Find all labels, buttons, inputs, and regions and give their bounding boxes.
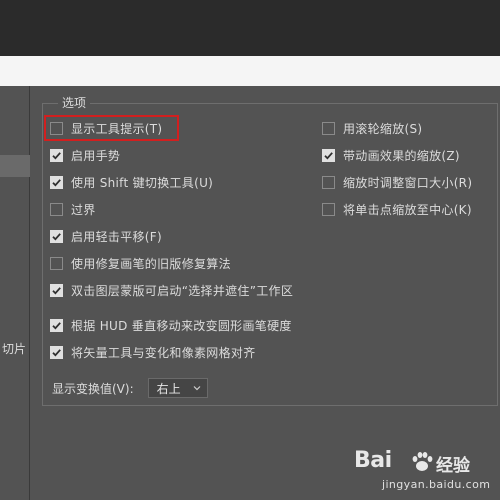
option-label: 启用手势 (71, 148, 121, 163)
option-label: 双击图层蒙版可启动“选择并遮住”工作区 (71, 283, 294, 298)
option-label: 使用修复画笔的旧版修复算法 (71, 256, 231, 271)
option-overscroll[interactable]: 过界 (50, 199, 96, 219)
preferences-category-list (0, 86, 30, 500)
option-mask-select-and-mask[interactable]: 双击图层蒙版可启动“选择并遮住”工作区 (50, 280, 293, 300)
checkmark-icon (52, 178, 61, 187)
option-shift-switch-tools[interactable]: 使用 Shift 键切换工具(U) (50, 172, 213, 192)
option-snap-vector-tools[interactable]: 将矢量工具与变化和像素网格对齐 (50, 342, 256, 362)
checkbox[interactable] (50, 175, 63, 189)
checkbox[interactable] (50, 345, 63, 359)
top-toolbar (0, 0, 500, 56)
checkbox[interactable] (50, 229, 63, 243)
category-label-slices[interactable]: 切片 (0, 340, 30, 357)
checkmark-icon (52, 321, 61, 330)
checkbox[interactable] (50, 318, 63, 332)
option-label: 将矢量工具与变化和像素网格对齐 (71, 345, 256, 360)
watermark-url: jingyan.baidu.com (382, 478, 491, 491)
option-show-tooltips[interactable]: 显示工具提示(T) (50, 118, 162, 138)
option-hud-brush-hardness[interactable]: 根据 HUD 垂直移动来改变圆形画笔硬度 (50, 315, 292, 335)
baidu-jingyan-watermark: Bai 经验 jingyan.baidu.com (352, 448, 498, 498)
watermark-name: 经验 (436, 456, 470, 476)
checkmark-icon (52, 286, 61, 295)
checkmark-icon (52, 348, 61, 357)
option-label: 用滚轮缩放(S) (343, 121, 423, 136)
selected-category-item[interactable] (0, 155, 30, 177)
transform-values-select[interactable]: 右上 (147, 378, 208, 398)
checkbox[interactable] (50, 202, 63, 216)
option-label: 将单击点缩放至中心(K) (343, 202, 472, 217)
option-label: 显示工具提示(T) (71, 121, 163, 136)
option-enable-gestures[interactable]: 启用手势 (50, 145, 120, 165)
dialog-header-band (0, 56, 500, 86)
checkmark-icon (324, 151, 333, 160)
checkbox[interactable] (50, 283, 63, 297)
option-label: 缩放时调整窗口大小(R) (343, 175, 473, 190)
option-label: 带动画效果的缩放(Z) (343, 148, 460, 163)
checkbox[interactable] (50, 256, 63, 270)
checkbox[interactable] (322, 175, 335, 189)
watermark-brand: Bai (354, 448, 392, 473)
paw-logo-icon (412, 452, 433, 471)
option-label: 根据 HUD 垂直移动来改变圆形画笔硬度 (71, 318, 292, 333)
option-zoom-click-center[interactable]: 将单击点缩放至中心(K) (322, 199, 472, 219)
checkmark-icon (52, 151, 61, 160)
option-zoom-with-scroll[interactable]: 用滚轮缩放(S) (322, 118, 422, 138)
checkbox[interactable] (50, 121, 63, 135)
checkbox[interactable] (50, 148, 63, 162)
transform-values-label: 显示变换值(V): (52, 381, 134, 396)
checkbox[interactable] (322, 202, 335, 216)
checkbox[interactable] (322, 148, 335, 162)
option-label: 使用 Shift 键切换工具(U) (71, 175, 214, 190)
chevron-down-icon (193, 386, 201, 391)
transform-values-row: 显示变换值(V): 右上 (52, 377, 208, 399)
select-value: 右上 (156, 381, 181, 396)
options-group-title: 选项 (58, 95, 91, 111)
option-zoom-resize-window[interactable]: 缩放时调整窗口大小(R) (322, 172, 472, 192)
checkbox[interactable] (322, 121, 335, 135)
option-label: 启用轻击平移(F) (71, 229, 162, 244)
option-label: 过界 (71, 202, 96, 217)
checkmark-icon (52, 232, 61, 241)
option-legacy-healing[interactable]: 使用修复画笔的旧版修复算法 (50, 253, 231, 273)
option-animated-zoom[interactable]: 带动画效果的缩放(Z) (322, 145, 460, 165)
option-flick-panning[interactable]: 启用轻击平移(F) (50, 226, 162, 246)
